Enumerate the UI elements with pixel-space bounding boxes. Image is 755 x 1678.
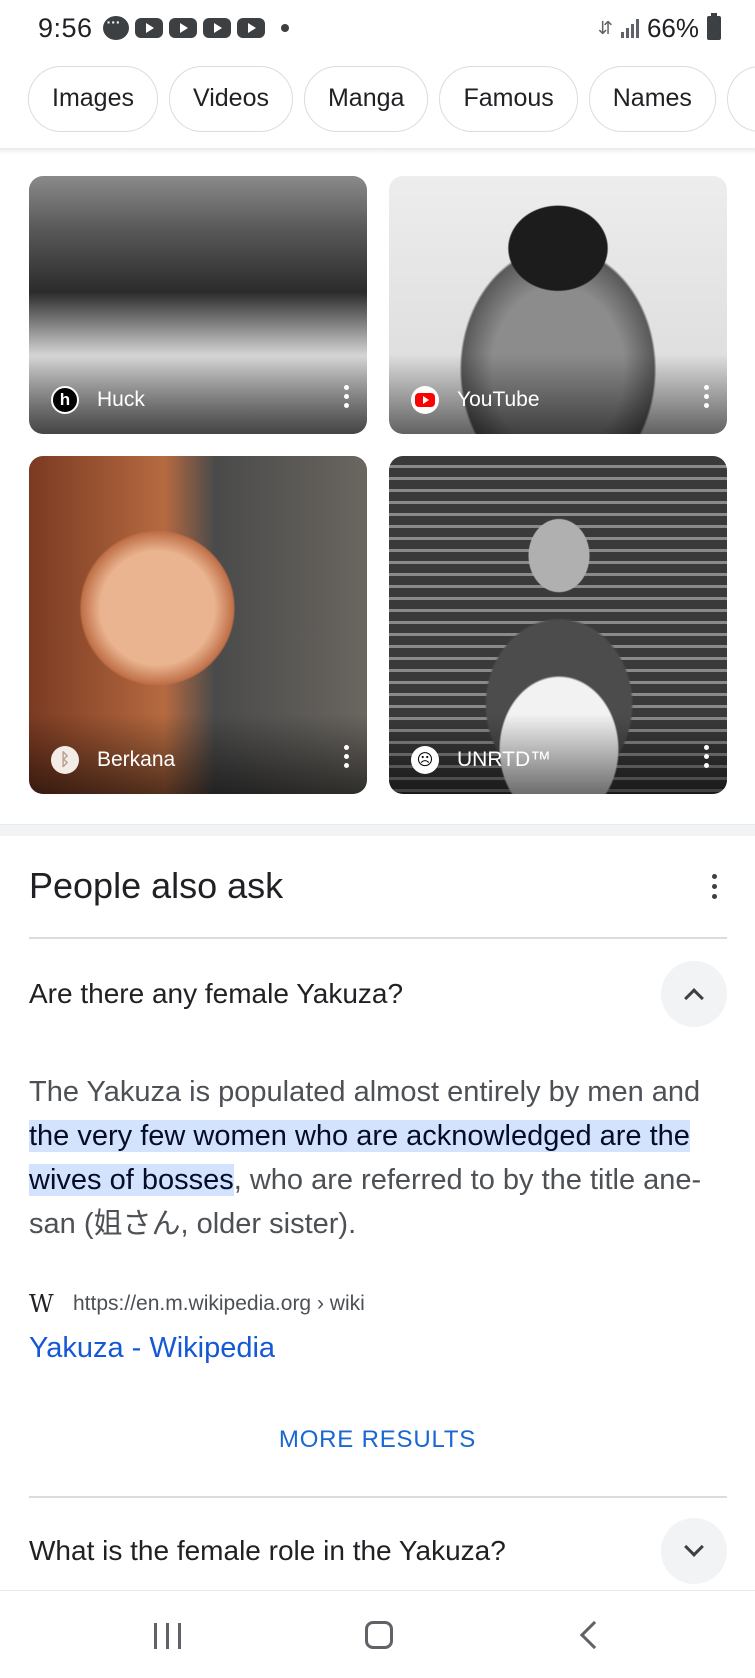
source-url[interactable]: https://en.m.wikipedia.org › wiki: [73, 1292, 365, 1316]
question-row[interactable]: Are there any female Yakuza?: [29, 958, 727, 1030]
card-source-label: Berkana: [97, 748, 176, 771]
card-source-label: Huck: [97, 388, 145, 411]
question-row[interactable]: What is the female role in the Yakuza?: [29, 1515, 727, 1587]
people-also-ask-title: People also ask: [29, 865, 284, 906]
youtube-notification-icon: [134, 18, 163, 38]
status-bar: 9:56 ⇵ 66%: [0, 0, 755, 56]
image-result-card[interactable]: h Huck: [29, 176, 367, 434]
card-source: YouTube: [411, 386, 540, 414]
status-indicators: ⇵ 66%: [598, 13, 721, 44]
section-divider: [0, 824, 755, 836]
youtube-notification-icon: [168, 18, 197, 38]
chat-notification-icon: [102, 14, 129, 40]
more-options-icon[interactable]: [703, 745, 709, 768]
filter-chips: Images Videos Manga Famous Names: [28, 66, 755, 132]
expand-toggle[interactable]: [661, 1518, 727, 1584]
more-results-button[interactable]: MORE RESULTS: [0, 1426, 755, 1454]
chip-manga[interactable]: Manga: [303, 66, 429, 132]
card-source: h Huck: [51, 386, 145, 414]
chip-overflow[interactable]: [726, 66, 755, 132]
battery-icon: [707, 13, 721, 40]
mute-vibrate-icon: ⇵: [597, 17, 613, 38]
more-options-icon[interactable]: [712, 874, 717, 899]
more-options-icon[interactable]: [343, 745, 349, 768]
notification-icons: [102, 14, 289, 40]
battery-percentage: 66%: [646, 12, 699, 43]
answer-text: The Yakuza is populated almost entirely …: [29, 1076, 701, 1108]
answer-source[interactable]: W https://en.m.wikipedia.org › wiki: [29, 1290, 365, 1318]
chip-videos[interactable]: Videos: [168, 66, 293, 132]
wikipedia-logo-icon: W: [29, 1290, 54, 1318]
more-notifications-dot-icon: [280, 24, 289, 32]
divider: [29, 937, 727, 939]
home-icon[interactable]: [365, 1621, 393, 1649]
collapse-toggle[interactable]: [661, 961, 727, 1027]
signal-strength-icon: [620, 18, 639, 38]
image-result-card[interactable]: ᛒ Berkana: [29, 456, 367, 794]
chevron-down-icon: [684, 1537, 704, 1557]
youtube-logo-icon: [411, 386, 439, 414]
image-results-grid: h Huck YouTube ᛒ Berkana ☹ UNRTD™: [29, 176, 727, 794]
berkana-logo-icon: ᛒ: [51, 746, 79, 774]
card-source-label: UNRTD™: [457, 748, 552, 771]
card-source: ☹ UNRTD™: [411, 746, 551, 774]
more-options-icon[interactable]: [703, 385, 709, 408]
image-result-card[interactable]: YouTube: [389, 176, 727, 434]
unrtd-logo-icon: ☹: [411, 746, 439, 774]
chip-images[interactable]: Images: [28, 66, 158, 132]
header-shadow: [0, 148, 755, 154]
question-text: Are there any female Yakuza?: [29, 978, 404, 1009]
more-options-icon[interactable]: [343, 385, 349, 408]
image-result-card[interactable]: ☹ UNRTD™: [389, 456, 727, 794]
chip-names[interactable]: Names: [588, 66, 716, 132]
card-source-label: YouTube: [457, 388, 540, 411]
huck-logo-icon: h: [51, 386, 79, 414]
source-title-link[interactable]: Yakuza - Wikipedia: [29, 1332, 275, 1365]
chevron-up-icon: [684, 988, 704, 1008]
chip-famous[interactable]: Famous: [439, 66, 578, 132]
youtube-notification-icon: [236, 18, 265, 38]
system-navigation-bar: [0, 1590, 755, 1678]
back-icon[interactable]: [579, 1620, 609, 1650]
divider: [29, 1496, 727, 1498]
status-time: 9:56: [38, 12, 93, 43]
card-source: ᛒ Berkana: [51, 746, 175, 774]
recent-apps-icon[interactable]: [154, 1623, 181, 1649]
question-text: What is the female role in the Yakuza?: [29, 1535, 506, 1566]
answer-snippet: The Yakuza is populated almost entirely …: [29, 1070, 729, 1246]
youtube-notification-icon: [202, 18, 231, 38]
